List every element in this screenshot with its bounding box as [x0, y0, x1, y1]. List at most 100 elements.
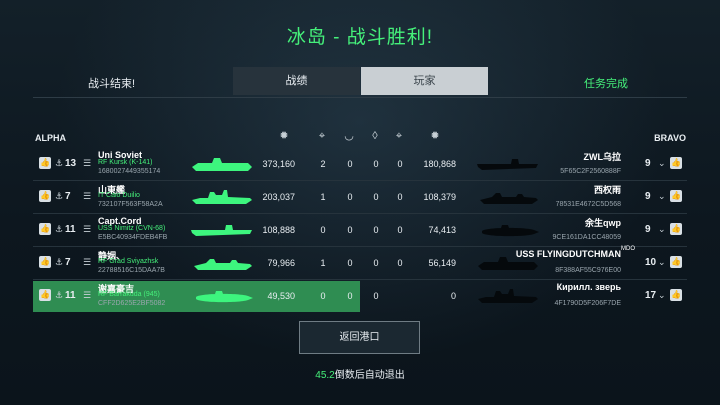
alpha-stat-c1: 2: [320, 159, 326, 169]
bravo-player-info: 西权雨 78531E4672C5D568: [451, 182, 621, 213]
alpha-player-id: 732107F563F58A2A: [98, 201, 163, 208]
bravo-player-info: 余生qwp 9CE161DA1CC48059: [451, 215, 622, 246]
list-icon: ☰: [83, 290, 92, 300]
row-divider: [33, 246, 687, 247]
tab-stats[interactable]: 战绩: [233, 67, 360, 95]
alpha-ship-name: IT Caio Duilio: [98, 192, 140, 199]
team-alpha-label: ALPHA: [35, 133, 66, 143]
wings-icon: ◡: [344, 130, 354, 142]
alpha-damage: 373,160: [262, 159, 295, 169]
alpha-stat-c4: 0: [397, 159, 403, 169]
bravo-player-name: ZWL乌拉: [583, 152, 622, 162]
alpha-damage: 79,966: [267, 258, 295, 268]
alpha-player-id: CFF2D625E2BF5082: [98, 300, 166, 307]
like-alpha-player-button[interactable]: 👍: [39, 157, 51, 169]
bravo-player-name: USS FLYINGDUTCHMAN: [515, 249, 621, 259]
bravo-player-id: 8F388AF55C976E00: [555, 267, 621, 274]
like-alpha-player-button[interactable]: 👍: [39, 256, 51, 268]
countdown-text: 倒数后自动退出: [334, 370, 405, 381]
alpha-stat-c4: 0: [397, 258, 403, 268]
rank-icon: ⌄: [658, 257, 666, 267]
rank-icon: ⚓: [55, 257, 64, 267]
row-divider: [33, 279, 687, 280]
alpha-damage: 108,888: [262, 225, 295, 235]
like-bravo-player-button[interactable]: 👍: [670, 190, 682, 202]
alpha-ship-silhouette: [190, 221, 254, 239]
damage-icon: ✹: [279, 130, 289, 142]
kills-crosshair-icon: ⌖: [318, 130, 326, 142]
list-icon: ☰: [83, 224, 92, 234]
alpha-score: 0: [450, 291, 456, 301]
alpha-ship-name: USS Nimitz (CVN-68): [98, 225, 166, 232]
bravo-player-info: USS FLYINGDUTCHMAN MDO 8F388AF55C976E00: [451, 246, 635, 279]
alpha-stat-c2: 0: [347, 291, 353, 301]
rank-icon: ⚓: [55, 191, 64, 201]
alpha-stat-c3: 0: [373, 225, 379, 235]
bravo-rank: 9: [645, 224, 651, 235]
alpha-rank: 13: [65, 158, 77, 169]
alpha-stat-c1: 1: [320, 258, 326, 268]
alpha-ship-silhouette: [190, 287, 254, 305]
alpha-player-id: 1680027449355174: [98, 168, 161, 175]
like-alpha-player-button[interactable]: 👍: [39, 190, 51, 202]
bravo-player-id: 4F1790D5F206F7DE: [554, 300, 621, 307]
like-alpha-player-button[interactable]: 👍: [39, 289, 51, 301]
tab-players[interactable]: 玩家: [361, 67, 488, 95]
alpha-ship-silhouette: [190, 155, 254, 173]
bravo-player-name: 西权雨: [593, 185, 621, 195]
bravo-rank: 10: [645, 257, 657, 268]
alpha-player-id: 22788516C15DAA7B: [98, 267, 165, 274]
return-to-port-button[interactable]: 返回港口: [299, 321, 420, 354]
alpha-ship-name: RF Grad Sviyazhsk: [98, 258, 159, 265]
alpha-rank: 7: [65, 191, 71, 202]
alpha-stat-c3: 0: [373, 291, 379, 301]
alpha-score: 108,379: [423, 192, 456, 202]
mission-complete-label: 任务完成: [584, 78, 628, 90]
alpha-ship-silhouette: [190, 254, 254, 272]
result-header: 战斗结束! 战绩 玩家 任务完成: [0, 67, 720, 95]
player-row: 👍 ⚓ 13 ☰ Uni Soviet RF Kursk (K-141) 168002744…: [33, 149, 687, 180]
like-bravo-player-button[interactable]: 👍: [670, 256, 682, 268]
rank-icon: ⚓: [55, 224, 64, 234]
score-icon: ✹: [430, 130, 440, 142]
medal-icon: ◊: [372, 130, 378, 142]
alpha-score: 74,413: [428, 225, 456, 235]
like-bravo-player-button[interactable]: 👍: [670, 157, 682, 169]
like-bravo-player-button[interactable]: 👍: [670, 223, 682, 235]
bravo-player-info: Кирилл. зверь 4F1790D5F206F7DE: [451, 281, 621, 312]
like-bravo-player-button[interactable]: 👍: [670, 289, 682, 301]
list-icon: ☰: [83, 257, 92, 267]
team-bravo-label: BRAVO: [654, 133, 686, 143]
like-alpha-player-button[interactable]: 👍: [39, 223, 51, 235]
alpha-ship-name: RF Kursk (K-141): [98, 159, 153, 166]
alpha-score: 180,868: [423, 159, 456, 169]
player-row: 👍 ⚓ 11 ☰ Capt.Cord USS Nimitz (CVN-68) E5BC409…: [33, 215, 687, 246]
alpha-stat-c3: 0: [373, 159, 379, 169]
bravo-player-id: 78531E4672C5D568: [555, 201, 621, 208]
countdown-value: 45.2: [315, 370, 335, 381]
alpha-rank: 11: [65, 290, 76, 301]
countdown: 45.2倒数后自动退出: [0, 366, 720, 381]
bravo-player-tag: MDO: [621, 246, 635, 252]
alpha-score: 56,149: [428, 258, 456, 268]
alpha-stat-c4: 0: [397, 192, 403, 202]
alpha-ship-silhouette: [190, 188, 254, 206]
alpha-ship-name: RF Barrakuda (945): [98, 291, 160, 298]
bravo-player-info: ZWL乌拉 5F65C2F2560888F: [451, 149, 621, 180]
alpha-stat-c1: 0: [320, 225, 326, 235]
rank-icon: ⚓: [55, 158, 64, 168]
assist-crosshair-icon: ⌖: [395, 130, 403, 142]
bravo-rank: 9: [645, 191, 651, 202]
list-icon: ☰: [83, 191, 92, 201]
alpha-damage: 203,037: [262, 192, 295, 202]
battle-result-title: 冰岛 - 战斗胜利!: [286, 27, 434, 48]
row-divider: [33, 213, 687, 214]
battle-over-label: 战斗结束!: [88, 78, 136, 90]
player-row: 👍 ⚓ 7 ☰ 静姻、 RF Grad Sviyazhsk 22788516C15DAA7B…: [33, 246, 687, 279]
bravo-player-name: 余生qwp: [585, 218, 621, 228]
rank-icon: ⌄: [658, 158, 666, 168]
alpha-rank: 7: [65, 257, 71, 268]
rank-icon: ⚓: [55, 290, 64, 300]
alpha-stat-c4: 0: [397, 225, 403, 235]
bravo-rank: 9: [645, 158, 651, 169]
